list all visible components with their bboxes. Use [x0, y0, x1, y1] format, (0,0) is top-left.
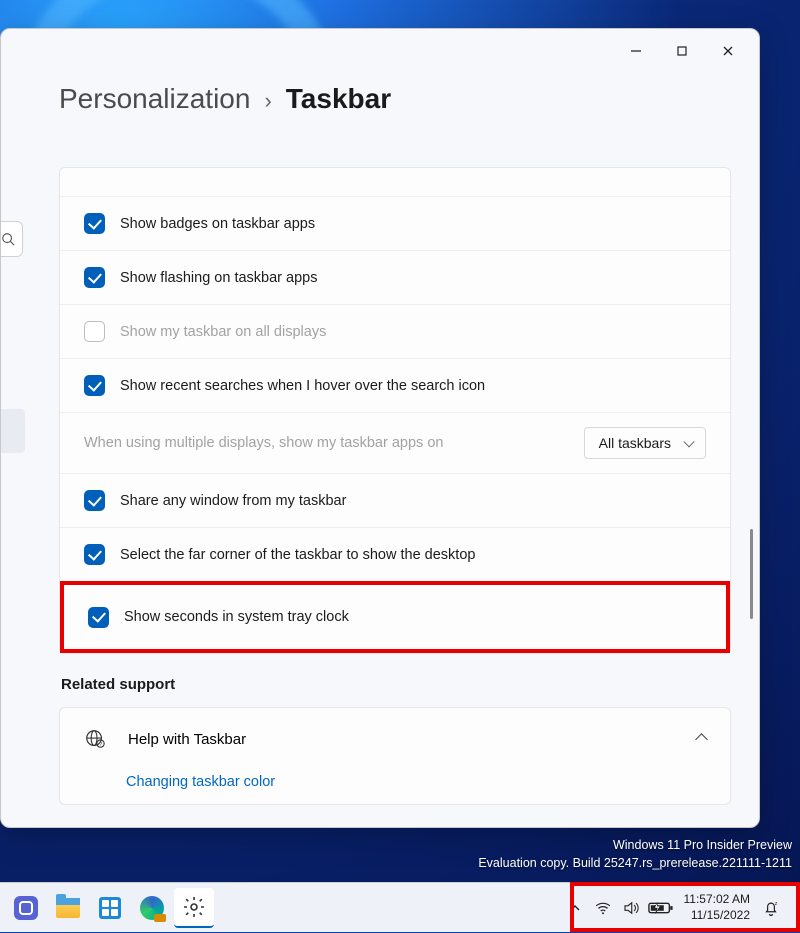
label-flashing: Show flashing on taskbar apps	[120, 270, 318, 286]
settings-content: Show badges on taskbar apps Show flashin…	[59, 167, 731, 827]
checkbox-recent-searches[interactable]	[84, 375, 105, 396]
watermark-line1: Windows 11 Pro Insider Preview	[478, 836, 792, 854]
system-tray: 11:57:02 AM 11/15/2022 z	[562, 883, 795, 933]
taskbar-store-icon[interactable]	[90, 888, 130, 928]
taskbar-chat-icon[interactable]	[6, 888, 46, 928]
minimize-button[interactable]	[613, 35, 659, 67]
related-support-card: ? Help with Taskbar Changing taskbar col…	[59, 707, 731, 805]
breadcrumb: Personalization › Taskbar	[1, 73, 759, 135]
wifi-icon[interactable]	[590, 888, 616, 928]
checkbox-all-displays	[84, 321, 105, 342]
search-button[interactable]	[0, 221, 23, 257]
taskbar-behaviors-card: Show badges on taskbar apps Show flashin…	[59, 167, 731, 654]
taskbar-settings-icon[interactable]	[174, 888, 214, 928]
taskbar: 11:57:02 AM 11/15/2022 z	[0, 882, 800, 932]
row-multi-display: When using multiple displays, show my ta…	[60, 412, 730, 473]
clock-date: 11/15/2022	[684, 908, 751, 924]
checkbox-share-window[interactable]	[84, 490, 105, 511]
titlebar	[1, 29, 759, 73]
system-clock[interactable]: 11:57:02 AM 11/15/2022	[678, 892, 757, 923]
checkbox-badges[interactable]	[84, 213, 105, 234]
tray-overflow-icon[interactable]	[562, 888, 588, 928]
taskbar-edge-icon[interactable]	[132, 888, 172, 928]
maximize-button[interactable]	[659, 35, 705, 67]
breadcrumb-parent[interactable]: Personalization	[59, 83, 250, 115]
page-title: Taskbar	[286, 83, 391, 115]
row-all-displays: Show my taskbar on all displays	[60, 304, 730, 358]
clock-time: 11:57:02 AM	[684, 892, 751, 908]
checkbox-far-corner[interactable]	[84, 544, 105, 565]
row-flashing[interactable]: Show flashing on taskbar apps	[60, 250, 730, 304]
checkbox-flashing[interactable]	[84, 267, 105, 288]
globe-help-icon: ?	[84, 728, 106, 750]
label-badges: Show badges on taskbar apps	[120, 216, 315, 232]
label-all-displays: Show my taskbar on all displays	[120, 324, 326, 340]
dropdown-multi-display: All taskbars	[584, 427, 706, 459]
related-support-heading: Related support	[61, 676, 731, 693]
row-badges[interactable]: Show badges on taskbar apps	[60, 196, 730, 250]
notification-dnd-icon[interactable]: z	[758, 888, 784, 928]
close-button[interactable]	[705, 35, 751, 67]
help-with-taskbar-row[interactable]: ? Help with Taskbar	[60, 708, 730, 770]
svg-text:?: ?	[99, 742, 102, 748]
row-truncated	[60, 168, 730, 196]
row-show-seconds[interactable]: Show seconds in system tray clock	[60, 581, 730, 653]
svg-text:z: z	[775, 901, 778, 907]
battery-icon[interactable]	[646, 888, 676, 928]
taskbar-explorer-icon[interactable]	[48, 888, 88, 928]
desktop-watermark: Windows 11 Pro Insider Preview Evaluatio…	[478, 836, 792, 872]
help-label: Help with Taskbar	[128, 731, 246, 748]
row-share-window[interactable]: Share any window from my taskbar	[60, 473, 730, 527]
label-far-corner: Select the far corner of the taskbar to …	[120, 547, 475, 563]
watermark-line2: Evaluation copy. Build 25247.rs_prerelea…	[478, 854, 792, 872]
volume-icon[interactable]	[618, 888, 644, 928]
nav-item-stub[interactable]	[0, 409, 25, 453]
checkbox-show-seconds[interactable]	[88, 607, 109, 628]
chevron-up-icon	[695, 733, 708, 746]
show-desktop-peek[interactable]	[786, 883, 790, 933]
settings-window: Personalization › Taskbar Show badges on…	[0, 28, 760, 828]
label-recent-searches: Show recent searches when I hover over t…	[120, 378, 485, 394]
row-far-corner[interactable]: Select the far corner of the taskbar to …	[60, 527, 730, 581]
taskbar-apps	[6, 888, 214, 928]
scrollbar-thumb[interactable]	[750, 529, 753, 619]
label-share-window: Share any window from my taskbar	[120, 493, 346, 509]
row-recent-searches[interactable]: Show recent searches when I hover over t…	[60, 358, 730, 412]
chevron-right-icon: ›	[264, 88, 271, 114]
changing-taskbar-color-link[interactable]: Changing taskbar color	[60, 770, 730, 804]
label-show-seconds: Show seconds in system tray clock	[124, 609, 349, 625]
label-multi-display: When using multiple displays, show my ta…	[84, 435, 443, 451]
